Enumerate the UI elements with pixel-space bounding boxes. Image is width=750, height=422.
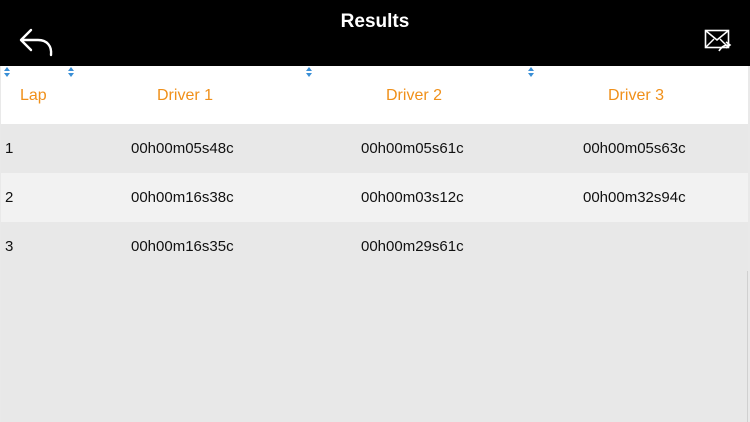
- page-title: Results: [340, 11, 410, 32]
- column-header-driver-3[interactable]: Driver 3: [608, 66, 664, 124]
- sort-handle-icon[interactable]: [306, 67, 312, 77]
- table-row[interactable]: 1 00h00m05s48c 00h00m05s61c 00h00m05s63c: [1, 124, 748, 173]
- mail-share-icon: [704, 29, 732, 52]
- lap-number-cell: 3: [5, 238, 14, 255]
- lap-number-cell: 1: [5, 140, 14, 157]
- driver-2-time-cell: 00h00m05s61c: [361, 140, 464, 157]
- navigation-bar: Results: [0, 0, 750, 66]
- table-row[interactable]: 3 00h00m16s35c 00h00m29s61c: [1, 222, 748, 271]
- lap-number-cell: 2: [5, 189, 14, 206]
- driver-3-time-cell: 00h00m32s94c: [583, 189, 686, 206]
- driver-1-time-cell: 00h00m16s38c: [131, 189, 234, 206]
- column-header-driver-2[interactable]: Driver 2: [386, 66, 442, 124]
- driver-1-time-cell: 00h00m16s35c: [131, 238, 234, 255]
- sort-handle-icon[interactable]: [68, 67, 74, 77]
- table-row[interactable]: 2 00h00m16s38c 00h00m03s12c 00h00m32s94c: [1, 173, 748, 222]
- driver-3-time-cell: 00h00m05s63c: [583, 140, 686, 157]
- results-screen: Results Lap Driver 1 Driver 2 Driver 3 1…: [0, 0, 750, 422]
- driver-1-time-cell: 00h00m05s48c: [131, 140, 234, 157]
- column-header-driver-1[interactable]: Driver 1: [157, 66, 213, 124]
- results-table-header: Lap Driver 1 Driver 2 Driver 3: [1, 66, 748, 124]
- share-results-button[interactable]: [704, 28, 732, 54]
- sort-handle-icon[interactable]: [4, 67, 10, 77]
- column-header-lap[interactable]: Lap: [20, 66, 47, 124]
- driver-2-time-cell: 00h00m29s61c: [361, 238, 464, 255]
- sort-handle-icon[interactable]: [528, 67, 534, 77]
- driver-2-time-cell: 00h00m03s12c: [361, 189, 464, 206]
